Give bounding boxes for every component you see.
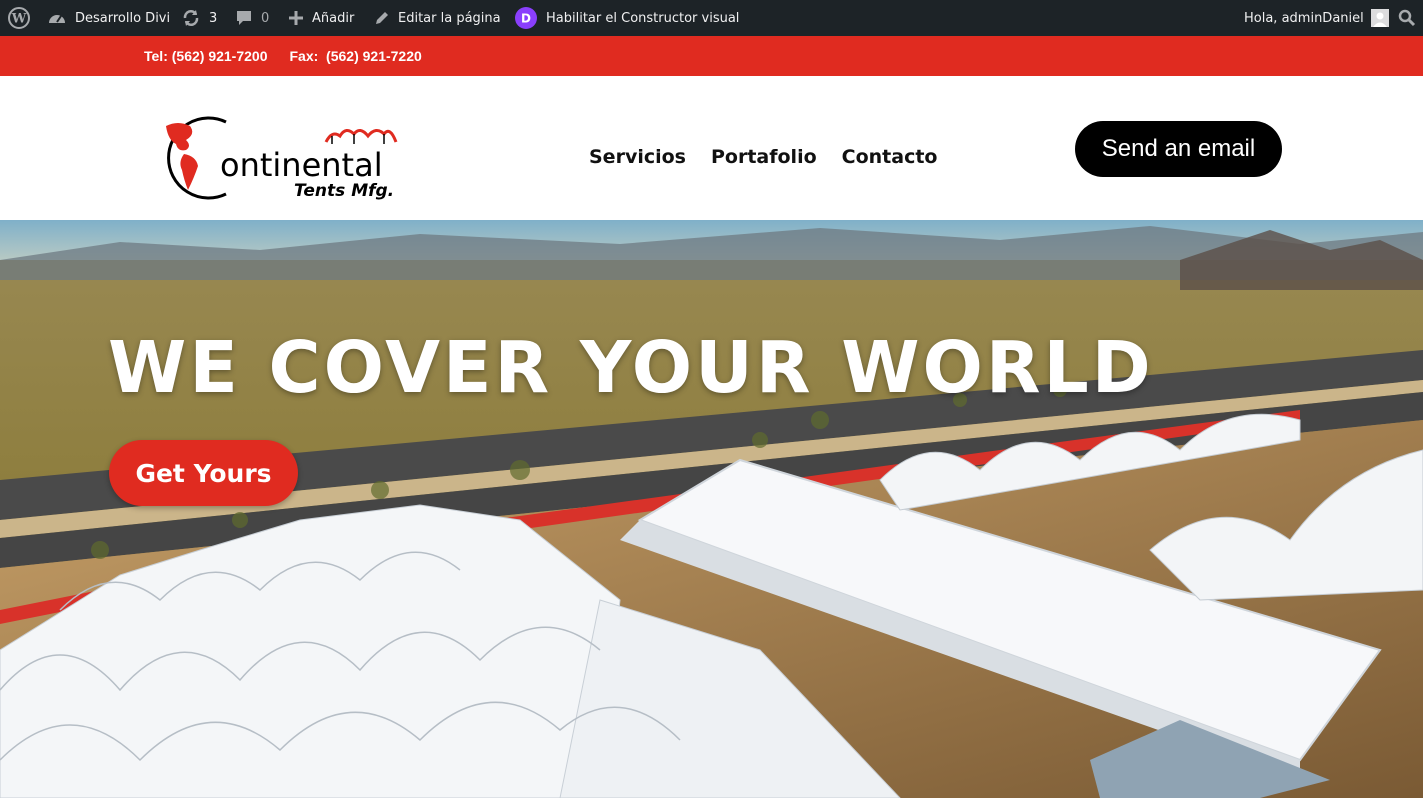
comments-menu[interactable]: 0 <box>235 0 269 36</box>
site-header: ontinental Tents Mfg. Servicios Portafol… <box>0 76 1423 220</box>
admin-bar: W Desarrollo Divi 3 0 Añadir Editar la p… <box>0 0 1423 36</box>
get-yours-button[interactable]: Get Yours <box>109 440 298 506</box>
visual-builder-label: Habilitar el Constructor visual <box>546 10 740 26</box>
nav-item-contacto[interactable]: Contacto <box>842 146 938 168</box>
send-email-button[interactable]: Send an email <box>1075 121 1282 177</box>
fax-number: Fax: (562) 921-7220 <box>289 48 422 64</box>
hero-section: WE COVER YOUR WORLD Get Yours <box>0 220 1423 798</box>
nav-item-servicios[interactable]: Servicios <box>589 146 686 168</box>
divi-icon: D <box>515 7 537 29</box>
edit-page-link[interactable]: Editar la página <box>374 0 501 36</box>
greeting-label: Hola, adminDaniel <box>1244 10 1364 26</box>
avatar <box>1370 9 1389 27</box>
dashboard-icon <box>47 9 67 27</box>
edit-page-label: Editar la página <box>398 10 501 26</box>
comments-count: 0 <box>261 10 270 26</box>
svg-text:ontinental: ontinental <box>220 146 383 184</box>
updates-icon <box>181 8 201 28</box>
svg-text:D: D <box>521 12 531 26</box>
updates-menu[interactable]: 3 <box>181 0 217 36</box>
account-menu[interactable]: Hola, adminDaniel <box>1244 0 1389 36</box>
pencil-icon <box>374 10 390 26</box>
search-icon[interactable] <box>1398 0 1416 36</box>
plus-icon <box>288 10 304 26</box>
comment-icon <box>235 9 253 27</box>
site-name-menu[interactable]: Desarrollo Divi <box>47 0 170 36</box>
phone-number[interactable]: Tel: (562) 921-7200 <box>144 48 267 64</box>
hero-title: WE COVER YOUR WORLD <box>108 326 1154 409</box>
add-new-label: Añadir <box>312 10 355 26</box>
logo[interactable]: ontinental Tents Mfg. <box>146 114 398 201</box>
site-name-label: Desarrollo Divi <box>75 10 171 26</box>
svg-text:Tents Mfg.: Tents Mfg. <box>294 181 394 200</box>
nav-item-portafolio[interactable]: Portafolio <box>711 146 817 168</box>
top-contact-bar: Tel: (562) 921-7200 Fax: (562) 921-7220 <box>0 36 1423 76</box>
hero-background-image <box>0 220 1423 798</box>
main-navigation: Servicios Portafolio Contacto <box>589 146 937 168</box>
globe-icon <box>166 123 198 190</box>
svg-text:W: W <box>11 12 27 27</box>
add-new-menu[interactable]: Añadir <box>288 0 354 36</box>
visual-builder-link[interactable]: D Habilitar el Constructor visual <box>515 0 739 36</box>
wordpress-icon[interactable]: W <box>7 0 31 36</box>
updates-count: 3 <box>209 10 218 26</box>
